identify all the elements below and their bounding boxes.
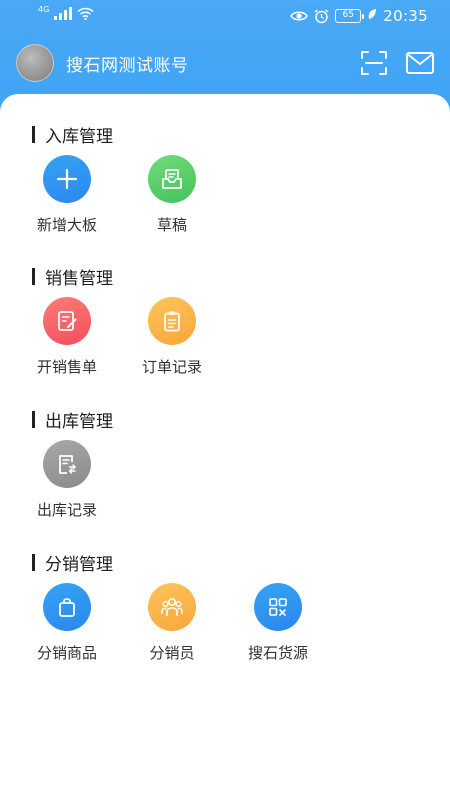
status-right: 65 20:35 — [290, 7, 428, 25]
wifi-icon — [77, 7, 94, 20]
create-sales-order-button[interactable]: 开销售单 — [22, 297, 112, 377]
mail-icon — [406, 52, 434, 74]
item-label: 搜石货源 — [247, 644, 308, 662]
item-label: 订单记录 — [141, 358, 202, 376]
section-title: 出库管理 — [32, 409, 113, 432]
create-order-icon — [43, 297, 91, 345]
scan-icon — [361, 51, 387, 75]
scan-button[interactable] — [360, 49, 388, 77]
item-label: 开销售单 — [36, 358, 97, 376]
account-name: 搜石网测试账号 — [66, 55, 189, 76]
item-label: 分销员 — [149, 644, 195, 662]
draft-button[interactable]: 草稿 — [127, 155, 217, 235]
item-label: 出库记录 — [36, 501, 97, 519]
stone-supply-button[interactable]: 搜石货源 — [233, 583, 323, 663]
alarm-icon — [314, 8, 329, 24]
clipboard-icon — [148, 297, 196, 345]
section-title: 入库管理 — [32, 124, 113, 147]
outbound-record-button[interactable]: 出库记录 — [22, 440, 112, 520]
grid-search-icon — [254, 583, 302, 631]
status-bar: 4G 65 20:35 — [0, 0, 450, 34]
battery-indicator: 65 — [335, 9, 365, 23]
distribution-goods-button[interactable]: 分销商品 — [22, 583, 112, 663]
network-type-label: 4G — [38, 5, 50, 14]
eye-comfort-icon — [290, 10, 309, 22]
order-record-button[interactable]: 订单记录 — [127, 297, 217, 377]
item-label: 新增大板 — [36, 216, 97, 234]
item-label: 分销商品 — [36, 644, 97, 662]
shopping-bag-icon — [43, 583, 91, 631]
section-title: 分销管理 — [32, 552, 113, 575]
avatar[interactable] — [16, 44, 54, 82]
people-icon — [148, 583, 196, 631]
outbound-record-icon — [43, 440, 91, 488]
section-title: 销售管理 — [32, 266, 113, 289]
account-bar[interactable]: 搜石网测试账号 — [16, 44, 189, 82]
message-button[interactable] — [405, 51, 435, 75]
menu-panel: 入库管理 新增大板 草稿 销售管理 开销售单 订单记录 出库管理 出库记录 分销… — [0, 94, 450, 800]
new-slab-button[interactable]: 新增大板 — [22, 155, 112, 235]
clock-time: 20:35 — [383, 7, 428, 25]
plus-icon — [43, 155, 91, 203]
leaf-icon — [367, 8, 377, 24]
distributor-button[interactable]: 分销员 — [127, 583, 217, 663]
draft-icon — [148, 155, 196, 203]
status-left: 4G — [38, 5, 94, 20]
item-label: 草稿 — [156, 216, 187, 234]
signal-icon — [54, 7, 73, 20]
